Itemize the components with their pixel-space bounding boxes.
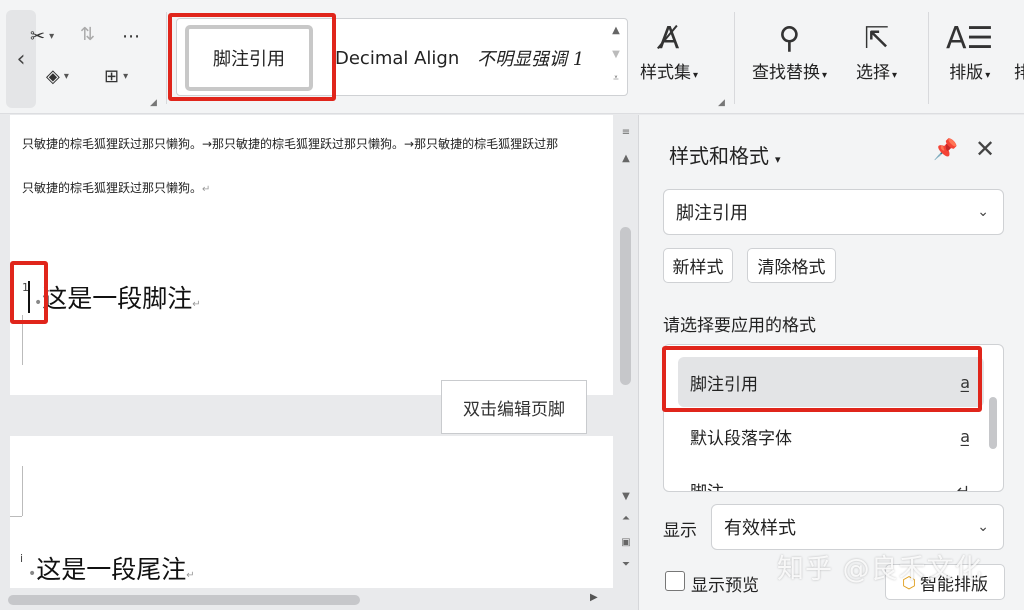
- text-cursor: [28, 281, 30, 313]
- search-icon: ⚲: [778, 20, 801, 56]
- margin-guide: [10, 516, 22, 517]
- gallery-item-footnote-ref[interactable]: 脚注引用: [185, 25, 313, 91]
- scroll-up-icon[interactable]: ▲: [616, 153, 636, 164]
- select-button[interactable]: ⇱ 选择 ▾: [856, 18, 897, 84]
- style-set-icon: A̸: [658, 20, 680, 56]
- next-page-icon[interactable]: ⏷: [616, 559, 636, 570]
- cut-icon[interactable]: ✂ ▾: [30, 26, 54, 47]
- scroll-thumb[interactable]: [620, 227, 631, 385]
- horizontal-scrollbar[interactable]: ▶: [0, 590, 616, 610]
- style-set-button[interactable]: A̸ 样式集 ▾: [640, 18, 698, 84]
- show-value: 有效样式: [724, 518, 796, 539]
- more-tool-button[interactable]: 排: [1014, 18, 1024, 83]
- layout-label: 排版: [949, 63, 984, 83]
- current-style-value: 脚注引用: [676, 203, 748, 224]
- sort-icon: ⇅: [80, 24, 96, 45]
- scroll-thumb[interactable]: [8, 595, 360, 605]
- prev-page-icon[interactable]: ⏶: [616, 513, 636, 524]
- find-replace-button[interactable]: ⚲ 查找替换 ▾: [752, 18, 827, 84]
- find-replace-label: 查找替换: [752, 63, 820, 83]
- style-gallery: 脚注引用 Decimal Align 不明显强调 1 ▲ ▼ ⩡: [176, 18, 628, 96]
- page[interactable]: i •这是一段尾注↵: [10, 436, 613, 588]
- paragraph-mark-icon: ↵: [202, 184, 211, 195]
- gallery-item-decimal-align[interactable]: Decimal Align: [335, 19, 459, 97]
- style-set-label: 样式集: [640, 63, 691, 83]
- endnote-text[interactable]: •这是一段尾注↵: [28, 550, 195, 586]
- style-list: 脚注引用 a̲ 默认段落字体 a̲ 脚注 ↵: [663, 344, 1004, 492]
- ribbon-scroll-left-button[interactable]: ‹: [6, 10, 36, 108]
- show-label: 显示: [663, 521, 697, 541]
- group-separator: [734, 12, 735, 104]
- vertical-scrollbar[interactable]: ≡ ▲ ▼ ⏶ ▣ ⏷: [616, 115, 636, 595]
- styles-launcher-icon[interactable]: ◢: [718, 98, 725, 108]
- document-area: 只敏捷的棕毛狐狸跃过那只懒狗。→那只敏捷的棕毛狐狸跃过那只懒狗。→那只敏捷的棕毛…: [0, 115, 637, 610]
- watermark: 知乎 @良禾文化: [777, 554, 983, 585]
- section-label: 请选择要应用的格式: [663, 316, 816, 336]
- footnote-text[interactable]: •这是一段脚注↵: [34, 279, 201, 315]
- char-style-icon: a̲: [960, 372, 970, 392]
- paragraph-mark-icon: ↵: [192, 299, 201, 310]
- list-item-default-font[interactable]: 默认段落字体 a̲: [678, 411, 984, 461]
- current-style-dropdown[interactable]: 脚注引用 ⌄: [663, 189, 1004, 235]
- pin-icon[interactable]: 📌: [933, 137, 958, 161]
- chevron-down-icon: ⌄: [977, 519, 989, 535]
- gallery-up-icon[interactable]: ▲: [609, 25, 623, 36]
- styles-panel: 样式和格式 ▾ 📌 ✕ 脚注引用 ⌄ 新样式 清除格式 请选择要应用的格式 脚注引…: [638, 115, 1024, 610]
- char-style-icon: a̲: [960, 426, 970, 446]
- show-preview-checkbox[interactable]: [665, 571, 685, 591]
- scroll-right-icon[interactable]: ▶: [590, 592, 598, 603]
- margin-guide: [22, 315, 23, 365]
- more-tool-label: 排: [1014, 63, 1024, 83]
- borders-icon[interactable]: ⊞ ▾: [104, 66, 128, 87]
- gallery-down-icon[interactable]: ▼: [609, 49, 623, 60]
- select-label: 选择: [856, 63, 890, 83]
- endnote-number: i: [20, 552, 24, 565]
- scroll-down-icon[interactable]: ▼: [616, 491, 636, 502]
- ribbon-toolbar: ‹ ✂ ▾ ⇅ ⋯ ◈ ▾ ⊞ ▾ ◢ 脚注引用 Decimal Align 不明显强…: [0, 0, 1024, 114]
- panel-title[interactable]: 样式和格式 ▾: [669, 140, 781, 169]
- chevron-down-icon: ⌄: [977, 204, 989, 220]
- margin-guide: [22, 466, 23, 516]
- layout-button[interactable]: A☰ 排版 ▾: [946, 18, 994, 84]
- clear-format-button[interactable]: 清除格式: [747, 248, 836, 283]
- list-item-footnote-ref[interactable]: 脚注引用 a̲: [678, 357, 984, 407]
- pointer-icon: ⇱: [863, 20, 890, 56]
- close-icon[interactable]: ✕: [975, 135, 995, 163]
- chevron-left-icon: ‹: [16, 46, 26, 72]
- gallery-item-subtle-emphasis[interactable]: 不明显强调 1: [477, 19, 584, 97]
- body-text-line: 只敏捷的棕毛狐狸跃过那只懒狗。↵: [22, 181, 211, 195]
- gallery-expand-icon[interactable]: ⩡: [609, 73, 623, 84]
- paragraph-launcher-icon[interactable]: ◢: [150, 98, 157, 108]
- text-layout-icon: A☰: [946, 20, 994, 56]
- group-separator: [166, 12, 167, 104]
- table-grid-icon[interactable]: ⋯: [122, 26, 140, 47]
- show-dropdown[interactable]: 有效样式 ⌄: [711, 504, 1004, 550]
- scroll-options-icon[interactable]: ≡: [616, 127, 636, 138]
- paragraph-style-icon: ↵: [956, 480, 970, 492]
- fill-color-icon[interactable]: ◈ ▾: [46, 66, 69, 87]
- new-style-button[interactable]: 新样式: [663, 248, 733, 283]
- show-preview-label: 显示预览: [691, 576, 759, 596]
- list-scroll-thumb[interactable]: [989, 397, 997, 449]
- edit-footer-tooltip[interactable]: 双击编辑页脚: [441, 380, 587, 434]
- browse-object-icon[interactable]: ▣: [616, 537, 636, 548]
- body-text-line: 只敏捷的棕毛狐狸跃过那只懒狗。→那只敏捷的棕毛狐狸跃过那只懒狗。→那只敏捷的棕毛…: [22, 137, 559, 151]
- app-window: ‹ ✂ ▾ ⇅ ⋯ ◈ ▾ ⊞ ▾ ◢ 脚注引用 Decimal Align 不明显强…: [0, 0, 1024, 610]
- list-item-footnote[interactable]: 脚注 ↵: [678, 465, 984, 492]
- paragraph-mark-icon: ↵: [186, 570, 195, 581]
- page[interactable]: 只敏捷的棕毛狐狸跃过那只懒狗。→那只敏捷的棕毛狐狸跃过那只懒狗。→那只敏捷的棕毛…: [10, 115, 613, 395]
- group-separator: [928, 12, 929, 104]
